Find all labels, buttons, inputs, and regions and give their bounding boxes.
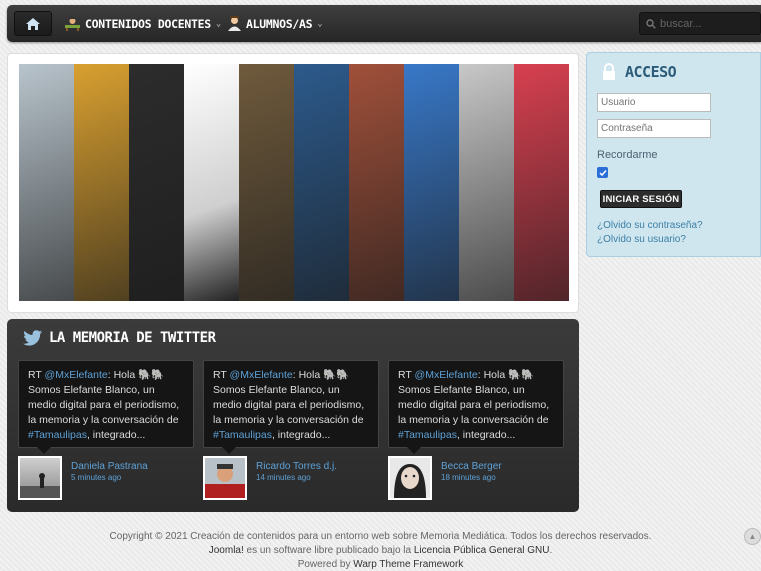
tweet-handle-link[interactable]: @MxElefante <box>415 369 478 381</box>
forgot-username-link[interactable]: ¿Olvido su usuario? <box>597 234 686 245</box>
tweet-card: RT @MxElefante: Hola 🐘🐘 Somos Elefante B… <box>203 360 379 454</box>
tweet-text: , integrado... <box>86 429 146 441</box>
username-field[interactable] <box>597 93 711 112</box>
menu-contenidos-docentes[interactable]: CONTENIDOS DOCENTES ⌄ <box>64 5 221 42</box>
menu-alumnos-label: ALUMNOS/AS <box>246 16 313 31</box>
tweet-text: Somos Elefante Blanco, un medio digital … <box>28 384 180 426</box>
tweet-card: RT @MxElefante: Hola 🐘🐘 Somos Elefante B… <box>388 360 564 454</box>
search-input[interactable] <box>660 17 750 30</box>
banner-strip <box>74 64 129 301</box>
tweet-time: 14 minutes ago <box>256 473 311 482</box>
forgot-password-link[interactable]: ¿Olvido su contraseña? <box>597 220 703 231</box>
home-button[interactable] <box>14 11 52 36</box>
tweet-hashtag-link[interactable]: #Tamaulipas <box>213 429 272 441</box>
banner-strip <box>404 64 459 301</box>
tweet-text: Somos Elefante Blanco, un medio digital … <box>398 384 550 426</box>
chevron-down-icon: ⌄ <box>317 18 323 29</box>
avatar[interactable] <box>388 456 432 500</box>
license-text: es un software libre publicado bajo la <box>243 545 414 556</box>
home-icon <box>26 17 40 30</box>
banner-strip <box>239 64 294 301</box>
check-icon <box>598 169 607 176</box>
twitter-title-text: LA MEMORIA DE TWITTER <box>49 330 216 346</box>
powered-by-line: Powered by Warp Theme Framework <box>0 558 761 571</box>
tweet-user-link[interactable]: Ricardo Torres d.j. <box>256 461 337 472</box>
twitter-title: LA MEMORIA DE TWITTER <box>23 330 216 346</box>
banner-panel <box>7 53 579 313</box>
tweet-rt: RT <box>398 369 412 381</box>
avatar[interactable] <box>18 456 62 500</box>
tweet-text: , integrado... <box>271 429 331 441</box>
tweet-rt: RT <box>28 369 42 381</box>
remember-label: Recordarme <box>597 149 658 161</box>
top-navbar: CONTENIDOS DOCENTES ⌄ ALUMNOS/AS ⌄ <box>7 5 761 42</box>
tweet-user-link[interactable]: Daniela Pastrana <box>71 461 148 472</box>
banner-strip <box>349 64 404 301</box>
banner-strip <box>459 64 514 301</box>
search-icon <box>646 18 656 29</box>
banner-strip <box>294 64 349 301</box>
warp-link[interactable]: Warp Theme Framework <box>353 559 463 570</box>
tweet-text: : Hola 🐘🐘 <box>107 369 165 381</box>
tweet-card: RT @MxElefante: Hola 🐘🐘 Somos Elefante B… <box>18 360 194 454</box>
banner-strip <box>129 64 184 301</box>
teacher-icon <box>65 17 80 31</box>
banner-strip <box>184 64 239 301</box>
tweet-rt: RT <box>213 369 227 381</box>
menu-alumnos[interactable]: ALUMNOS/AS ⌄ <box>227 5 323 42</box>
tweet-time: 5 minutes ago <box>71 473 122 482</box>
remember-checkbox[interactable] <box>597 167 608 178</box>
chevron-down-icon: ⌄ <box>215 18 221 29</box>
powered-by-text: Powered by <box>297 559 354 570</box>
tweet-handle-link[interactable]: @MxElefante <box>45 369 108 381</box>
login-title: ACCESO <box>601 63 677 81</box>
search-box[interactable] <box>639 12 761 35</box>
avatar[interactable] <box>203 456 247 500</box>
banner-strip <box>514 64 569 301</box>
password-field[interactable] <box>597 119 711 138</box>
footer: Copyright © 2021 Creación de contenidos … <box>0 530 761 571</box>
login-panel: ACCESO Recordarme INICIAR SESIÓN ¿Olvido… <box>586 52 761 257</box>
login-button[interactable]: INICIAR SESIÓN <box>600 190 682 208</box>
tweet-hashtag-link[interactable]: #Tamaulipas <box>28 429 87 441</box>
menu-contenidos-label: CONTENIDOS DOCENTES <box>85 16 211 31</box>
twitter-bird-icon <box>23 330 42 346</box>
copyright-text: Copyright © 2021 Creación de contenidos … <box>109 531 652 542</box>
banner-strip <box>19 64 74 301</box>
banner-collage-image <box>19 64 569 301</box>
login-title-text: ACCESO <box>625 63 677 81</box>
tweet-text: : Hola 🐘🐘 <box>477 369 535 381</box>
student-icon <box>228 16 241 31</box>
joomla-link[interactable]: Joomla! <box>209 545 244 556</box>
gnu-license-link[interactable]: Licencia Pública General GNU <box>414 545 550 556</box>
scroll-top-button[interactable]: ▲ <box>744 528 761 545</box>
tweet-text: , integrado... <box>456 429 516 441</box>
chevron-up-icon: ▲ <box>748 532 757 541</box>
tweet-text: : Hola 🐘🐘 <box>292 369 350 381</box>
license-line: Joomla! es un software libre publicado b… <box>0 544 761 558</box>
tweet-hashtag-link[interactable]: #Tamaulipas <box>398 429 457 441</box>
lock-icon <box>603 63 615 80</box>
avatar-image <box>394 464 426 498</box>
license-period: . <box>549 545 553 556</box>
tweet-time: 18 minutes ago <box>441 473 496 482</box>
avatar-image <box>205 464 245 498</box>
tweet-user-link[interactable]: Becca Berger <box>441 461 502 472</box>
avatar-image <box>20 473 60 498</box>
tweet-text: Somos Elefante Blanco, un medio digital … <box>213 384 365 426</box>
tweet-handle-link[interactable]: @MxElefante <box>230 369 293 381</box>
